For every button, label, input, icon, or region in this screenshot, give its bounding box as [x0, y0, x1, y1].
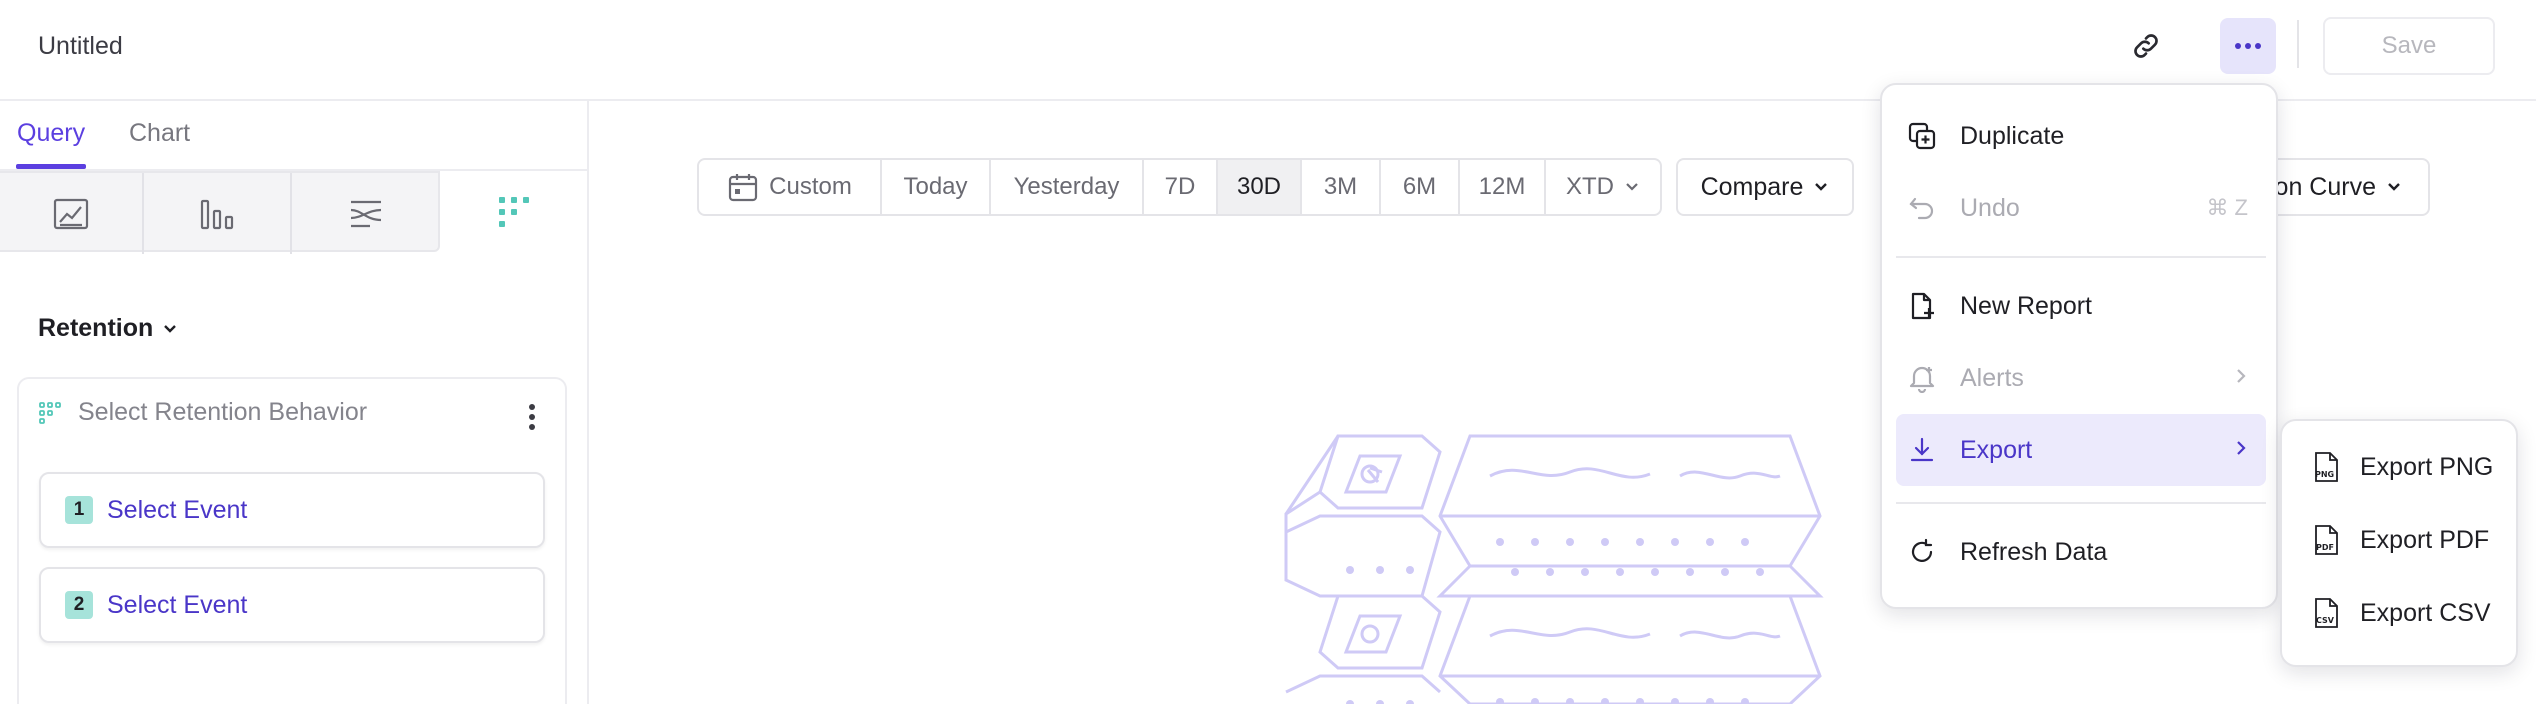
date-custom-label: Custom — [769, 173, 852, 200]
undo-shortcut: ⌘ Z — [2206, 195, 2248, 220]
date-30d[interactable]: 30D — [1218, 160, 1302, 214]
menu-item-refresh-data[interactable]: Refresh Data — [1896, 516, 2266, 588]
date-xtd-label: XTD — [1566, 173, 1614, 200]
tab-query[interactable]: Query — [17, 119, 85, 148]
compare-label: Compare — [1700, 172, 1804, 201]
svg-text:CSV: CSV — [2316, 616, 2335, 625]
export-submenu: PNG Export PNG PDF Export PDF CSV Export… — [2280, 419, 2518, 667]
event-selector-1[interactable]: 1 Select Event — [39, 472, 545, 548]
export-pdf-item[interactable]: PDF Export PDF — [2296, 508, 2506, 572]
insights-icon — [53, 198, 89, 229]
chevron-down-icon — [1626, 183, 1638, 191]
chart-type-flows[interactable] — [292, 173, 440, 254]
more-options-menu: Duplicate Undo ⌘ Z New Report Alerts Exp… — [1880, 83, 2278, 609]
retention-behavior-label: Select Retention Behavior — [78, 398, 368, 426]
date-6m[interactable]: 6M — [1381, 160, 1460, 214]
undo-icon — [1906, 192, 1938, 224]
funnel-flow-icon — [350, 200, 382, 227]
export-png-item[interactable]: PNG Export PNG — [2296, 435, 2506, 499]
menu-item-label: Duplicate — [1960, 121, 2065, 150]
csv-file-icon: CSV — [2315, 598, 2338, 628]
new-report-icon — [1906, 290, 1938, 322]
query-panel: Query Chart Retention Select Retention B… — [0, 101, 589, 704]
calendar-icon — [729, 174, 758, 202]
compare-dropdown[interactable]: Compare — [1676, 158, 1854, 216]
event-label: Select Event — [107, 591, 248, 619]
chart-type-bars[interactable] — [144, 173, 290, 254]
date-range-picker: Custom Today Yesterday 7D 30D 3M 6M 12M … — [697, 158, 1662, 216]
bar-chart-icon — [200, 199, 234, 229]
date-7d[interactable]: 7D — [1144, 160, 1218, 214]
refresh-icon — [1906, 536, 1938, 568]
menu-item-label: Refresh Data — [1960, 537, 2108, 566]
event-number-badge: 2 — [65, 591, 93, 619]
more-options-button[interactable] — [2220, 18, 2276, 74]
png-file-icon: PNG — [2315, 452, 2338, 482]
report-title[interactable]: Untitled — [38, 32, 123, 61]
chevron-right-icon — [2234, 437, 2248, 463]
chevron-down-icon — [2388, 183, 2400, 191]
chart-type-retention[interactable] — [440, 171, 587, 252]
panel-tabs: Query Chart — [0, 101, 587, 171]
event-label: Select Event — [107, 496, 248, 524]
date-yesterday[interactable]: Yesterday — [991, 160, 1144, 214]
menu-item-label: Undo — [1960, 193, 2020, 222]
download-icon — [1906, 434, 1938, 466]
save-button[interactable]: Save — [2323, 17, 2495, 75]
menu-item-label: Alerts — [1960, 363, 2024, 392]
copy-link-button[interactable] — [2122, 22, 2170, 70]
menu-item-label: Export — [1960, 435, 2033, 464]
retention-dots-icon — [498, 196, 529, 227]
chevron-down-icon — [1815, 183, 1828, 191]
chevron-right-icon — [2234, 365, 2248, 391]
export-pdf-label: Export PDF — [2360, 525, 2490, 554]
menu-item-new-report[interactable]: New Report — [1896, 270, 2266, 342]
tab-chart[interactable]: Chart — [129, 119, 190, 148]
menu-item-duplicate[interactable]: Duplicate — [1896, 100, 2266, 172]
date-custom[interactable]: Custom — [699, 160, 882, 214]
analysis-type-dropdown[interactable]: Retention — [38, 314, 179, 343]
link-icon — [2134, 34, 2158, 58]
svg-text:PDF: PDF — [2316, 543, 2334, 552]
behavior-options-button[interactable] — [520, 399, 544, 435]
pdf-file-icon: PDF — [2315, 525, 2338, 555]
chevron-down-icon — [164, 324, 177, 333]
menu-divider — [1896, 502, 2266, 504]
kebab-icon — [529, 404, 535, 430]
date-xtd[interactable]: XTD — [1546, 160, 1660, 214]
menu-item-undo[interactable]: Undo ⌘ Z — [1896, 172, 2266, 244]
date-12m[interactable]: 12M — [1460, 160, 1546, 214]
export-png-label: Export PNG — [2360, 452, 2494, 481]
date-today[interactable]: Today — [882, 160, 991, 214]
bell-icon — [1906, 362, 1938, 394]
empty-state-illustration — [1284, 434, 1824, 704]
event-number-badge: 1 — [65, 496, 93, 524]
retention-behavior-selector[interactable]: Select Retention Behavior — [38, 398, 367, 427]
svg-text:PNG: PNG — [2315, 470, 2334, 479]
chart-type-insights[interactable] — [0, 173, 142, 254]
menu-item-alerts[interactable]: Alerts — [1896, 342, 2266, 414]
duplicate-icon — [1906, 120, 1938, 152]
active-tab-indicator — [16, 164, 86, 169]
retention-dots-icon — [39, 401, 61, 424]
menu-item-label: New Report — [1960, 291, 2092, 320]
menu-item-export[interactable]: Export — [1896, 414, 2266, 486]
header-divider — [2297, 20, 2299, 68]
export-csv-item[interactable]: CSV Export CSV — [2296, 581, 2506, 645]
analysis-type-label: Retention — [38, 314, 154, 342]
export-csv-label: Export CSV — [2360, 598, 2491, 627]
curve-label: on Curve — [2274, 172, 2376, 201]
chart-type-selector — [0, 171, 440, 254]
event-selector-2[interactable]: 2 Select Event — [39, 567, 545, 643]
ellipsis-icon — [2235, 43, 2261, 49]
menu-divider — [1896, 256, 2266, 258]
date-3m[interactable]: 3M — [1302, 160, 1381, 214]
